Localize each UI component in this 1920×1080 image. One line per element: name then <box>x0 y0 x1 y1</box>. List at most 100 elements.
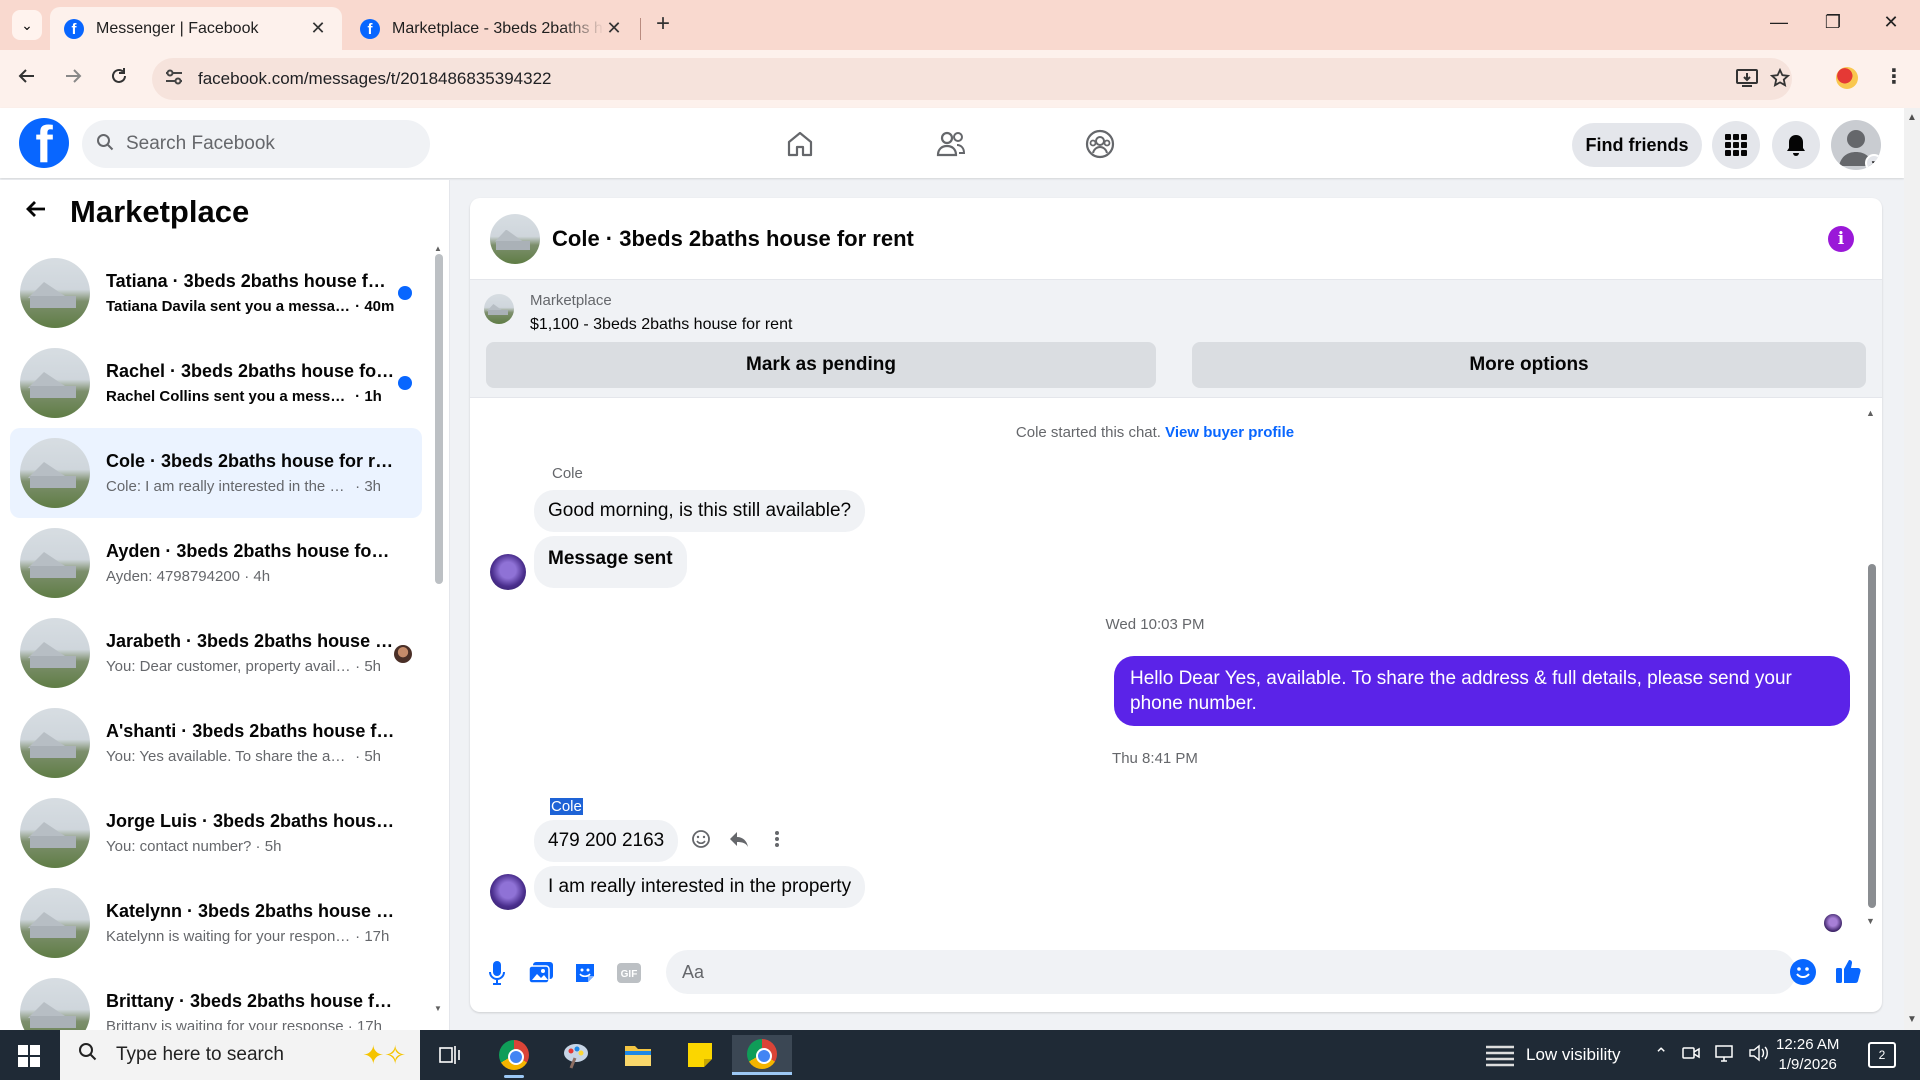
home-nav-icon[interactable] <box>778 122 822 166</box>
scroll-up-icon[interactable]: ▲ <box>434 244 442 253</box>
list-item[interactable]: A'shanti · 3beds 2baths house for rent Y… <box>10 698 422 788</box>
tab-close-icon[interactable]: ✕ <box>604 18 624 39</box>
taskbar-search[interactable]: Type here to search ✦✧ <box>60 1030 420 1080</box>
file-explorer-icon[interactable] <box>618 1035 658 1075</box>
tab-messenger[interactable]: f Messenger | Facebook ✕ <box>50 7 342 50</box>
back-arrow-icon[interactable] <box>24 195 48 229</box>
facebook-search[interactable] <box>82 120 430 168</box>
scroll-down-icon[interactable]: ▼ <box>434 1004 442 1013</box>
site-settings-icon[interactable] <box>164 68 184 91</box>
tab-separator <box>640 18 641 40</box>
received-message[interactable]: 479 200 2163 <box>534 820 679 862</box>
view-buyer-profile-link[interactable]: View buyer profile <box>1165 424 1294 441</box>
forward-button[interactable] <box>58 64 88 94</box>
volume-icon[interactable] <box>1748 1044 1770 1067</box>
friends-nav-icon[interactable] <box>929 122 973 166</box>
photo-icon[interactable] <box>528 960 554 986</box>
mark-as-pending-button[interactable]: Mark as pending <box>486 342 1156 388</box>
network-icon[interactable] <box>1714 1044 1734 1067</box>
list-item[interactable]: Jorge Luis · 3beds 2baths house for rent… <box>10 788 422 878</box>
windows-taskbar: Type here to search ✦✧ Low visibility ⌃ … <box>0 1030 1920 1080</box>
received-message[interactable]: I am really interested in the property <box>534 866 866 908</box>
sticker-icon[interactable] <box>572 960 598 986</box>
more-vertical-icon[interactable] <box>766 828 788 850</box>
search-icon <box>96 133 114 156</box>
notifications-button[interactable] <box>1772 121 1820 169</box>
windows-start-icon[interactable] <box>18 1045 40 1067</box>
list-item[interactable]: Brittany · 3beds 2baths house for rent B… <box>10 968 422 1030</box>
task-view-icon[interactable] <box>430 1035 470 1075</box>
received-message[interactable]: Good morning, is this still available? <box>534 490 866 532</box>
chrome-taskbar-icon-active[interactable] <box>732 1035 792 1075</box>
chevron-up-icon[interactable]: ⌃ <box>1654 1045 1668 1065</box>
list-item[interactable]: Ayden · 3beds 2baths house for rent Ayde… <box>10 518 422 608</box>
thumbs-up-icon[interactable] <box>1834 956 1864 991</box>
install-app-icon[interactable] <box>1736 68 1758 94</box>
scrollbar-thumb[interactable] <box>1868 564 1876 908</box>
conversation-list: Tatiana · 3beds 2baths house for rent Ta… <box>10 248 422 1030</box>
reload-button[interactable] <box>104 64 134 94</box>
sender-avatar[interactable] <box>490 874 526 910</box>
taskbar-clock[interactable]: 12:26 AM 1/9/2026 <box>1776 1035 1839 1075</box>
close-window-button[interactable]: ✕ <box>1876 12 1906 33</box>
meet-now-icon[interactable] <box>1682 1044 1700 1067</box>
conversation-snippet: Tatiana Davila sent you a message <box>106 298 351 315</box>
scrollbar-thumb[interactable] <box>435 254 443 584</box>
sender-avatar[interactable] <box>490 554 526 590</box>
bookmark-star-icon[interactable] <box>1769 67 1791 94</box>
microphone-icon[interactable] <box>484 960 510 986</box>
conversation-time: 3h <box>364 478 382 495</box>
message-input[interactable] <box>666 950 1796 994</box>
react-emoji-icon[interactable] <box>690 828 712 850</box>
sticky-notes-icon[interactable] <box>680 1035 720 1075</box>
paint-app-icon[interactable] <box>556 1035 596 1075</box>
list-item[interactable]: Katelynn · 3beds 2baths house for rent K… <box>10 878 422 968</box>
chat-scrollbar[interactable]: ▲ ▼ <box>1866 408 1878 928</box>
conversation-time: 1h <box>364 388 382 405</box>
new-tab-button[interactable]: + <box>650 12 676 38</box>
scroll-down-icon[interactable]: ▼ <box>1866 916 1875 926</box>
chrome-profile-taskbar-icon[interactable] <box>494 1035 534 1078</box>
notification-center-icon[interactable]: 2 <box>1868 1042 1896 1068</box>
scroll-up-icon[interactable]: ▲ <box>1907 112 1917 123</box>
gif-icon[interactable]: GIF <box>616 960 642 986</box>
extension-icon[interactable] <box>1836 67 1858 89</box>
scroll-down-icon[interactable]: ▼ <box>1907 1014 1917 1025</box>
list-item[interactable]: Jarabeth · 3beds 2baths house for rent Y… <box>10 608 422 698</box>
reply-icon[interactable] <box>728 828 750 850</box>
listing-title[interactable]: $1,100 - 3beds 2baths house for rent <box>530 316 792 334</box>
tab-close-icon[interactable]: ✕ <box>308 18 328 39</box>
maximize-button[interactable]: ❐ <box>1818 12 1848 33</box>
list-item[interactable]: Rachel · 3beds 2baths house for rent Rac… <box>10 338 422 428</box>
emoji-icon[interactable] <box>1790 959 1816 985</box>
facebook-logo-icon[interactable]: f <box>19 118 69 168</box>
minimize-button[interactable]: — <box>1764 12 1794 33</box>
listing-thumbnail[interactable] <box>484 294 514 324</box>
groups-nav-icon[interactable] <box>1078 122 1122 166</box>
sender-name-highlighted: Cole <box>550 798 583 815</box>
list-item[interactable]: Tatiana · 3beds 2baths house for rent Ta… <box>10 248 422 338</box>
search-input[interactable] <box>126 133 396 155</box>
sent-message[interactable]: Hello Dear Yes, available. To share the … <box>1114 656 1850 726</box>
profile-avatar[interactable]: ▾ <box>1831 120 1881 170</box>
received-message[interactable]: Message sent <box>534 536 687 588</box>
find-friends-button[interactable]: Find friends <box>1572 123 1702 167</box>
address-bar[interactable]: facebook.com/messages/t/2018486835394322 <box>152 58 1792 100</box>
chat-title[interactable]: Cole · 3beds 2baths house for rent <box>552 226 914 252</box>
reload-icon <box>112 68 126 83</box>
sidebar-scrollbar[interactable]: ▲ ▼ <box>434 244 444 1014</box>
chat-panel: Cole · 3beds 2baths house for rent i Mar… <box>470 198 1882 1012</box>
tab-marketplace[interactable]: f Marketplace - 3beds 2baths house for r… <box>346 7 638 50</box>
page-scrollbar[interactable]: ▲ ▼ <box>1904 108 1920 1030</box>
menu-grid-button[interactable] <box>1712 121 1760 169</box>
back-button[interactable] <box>12 64 42 94</box>
listing-thumbnail[interactable] <box>490 213 540 264</box>
info-icon[interactable]: i <box>1828 226 1854 252</box>
url-text[interactable]: facebook.com/messages/t/2018486835394322 <box>198 69 551 89</box>
browser-menu-icon[interactable]: ⋮ <box>1884 64 1904 89</box>
more-options-button[interactable]: More options <box>1192 342 1866 388</box>
tab-search-dropdown[interactable]: ⌄ <box>12 10 42 40</box>
weather-widget[interactable]: Low visibility <box>1484 1030 1620 1080</box>
scroll-up-icon[interactable]: ▲ <box>1866 408 1875 418</box>
list-item-selected[interactable]: Cole · 3beds 2baths house for rent Cole:… <box>10 428 422 518</box>
